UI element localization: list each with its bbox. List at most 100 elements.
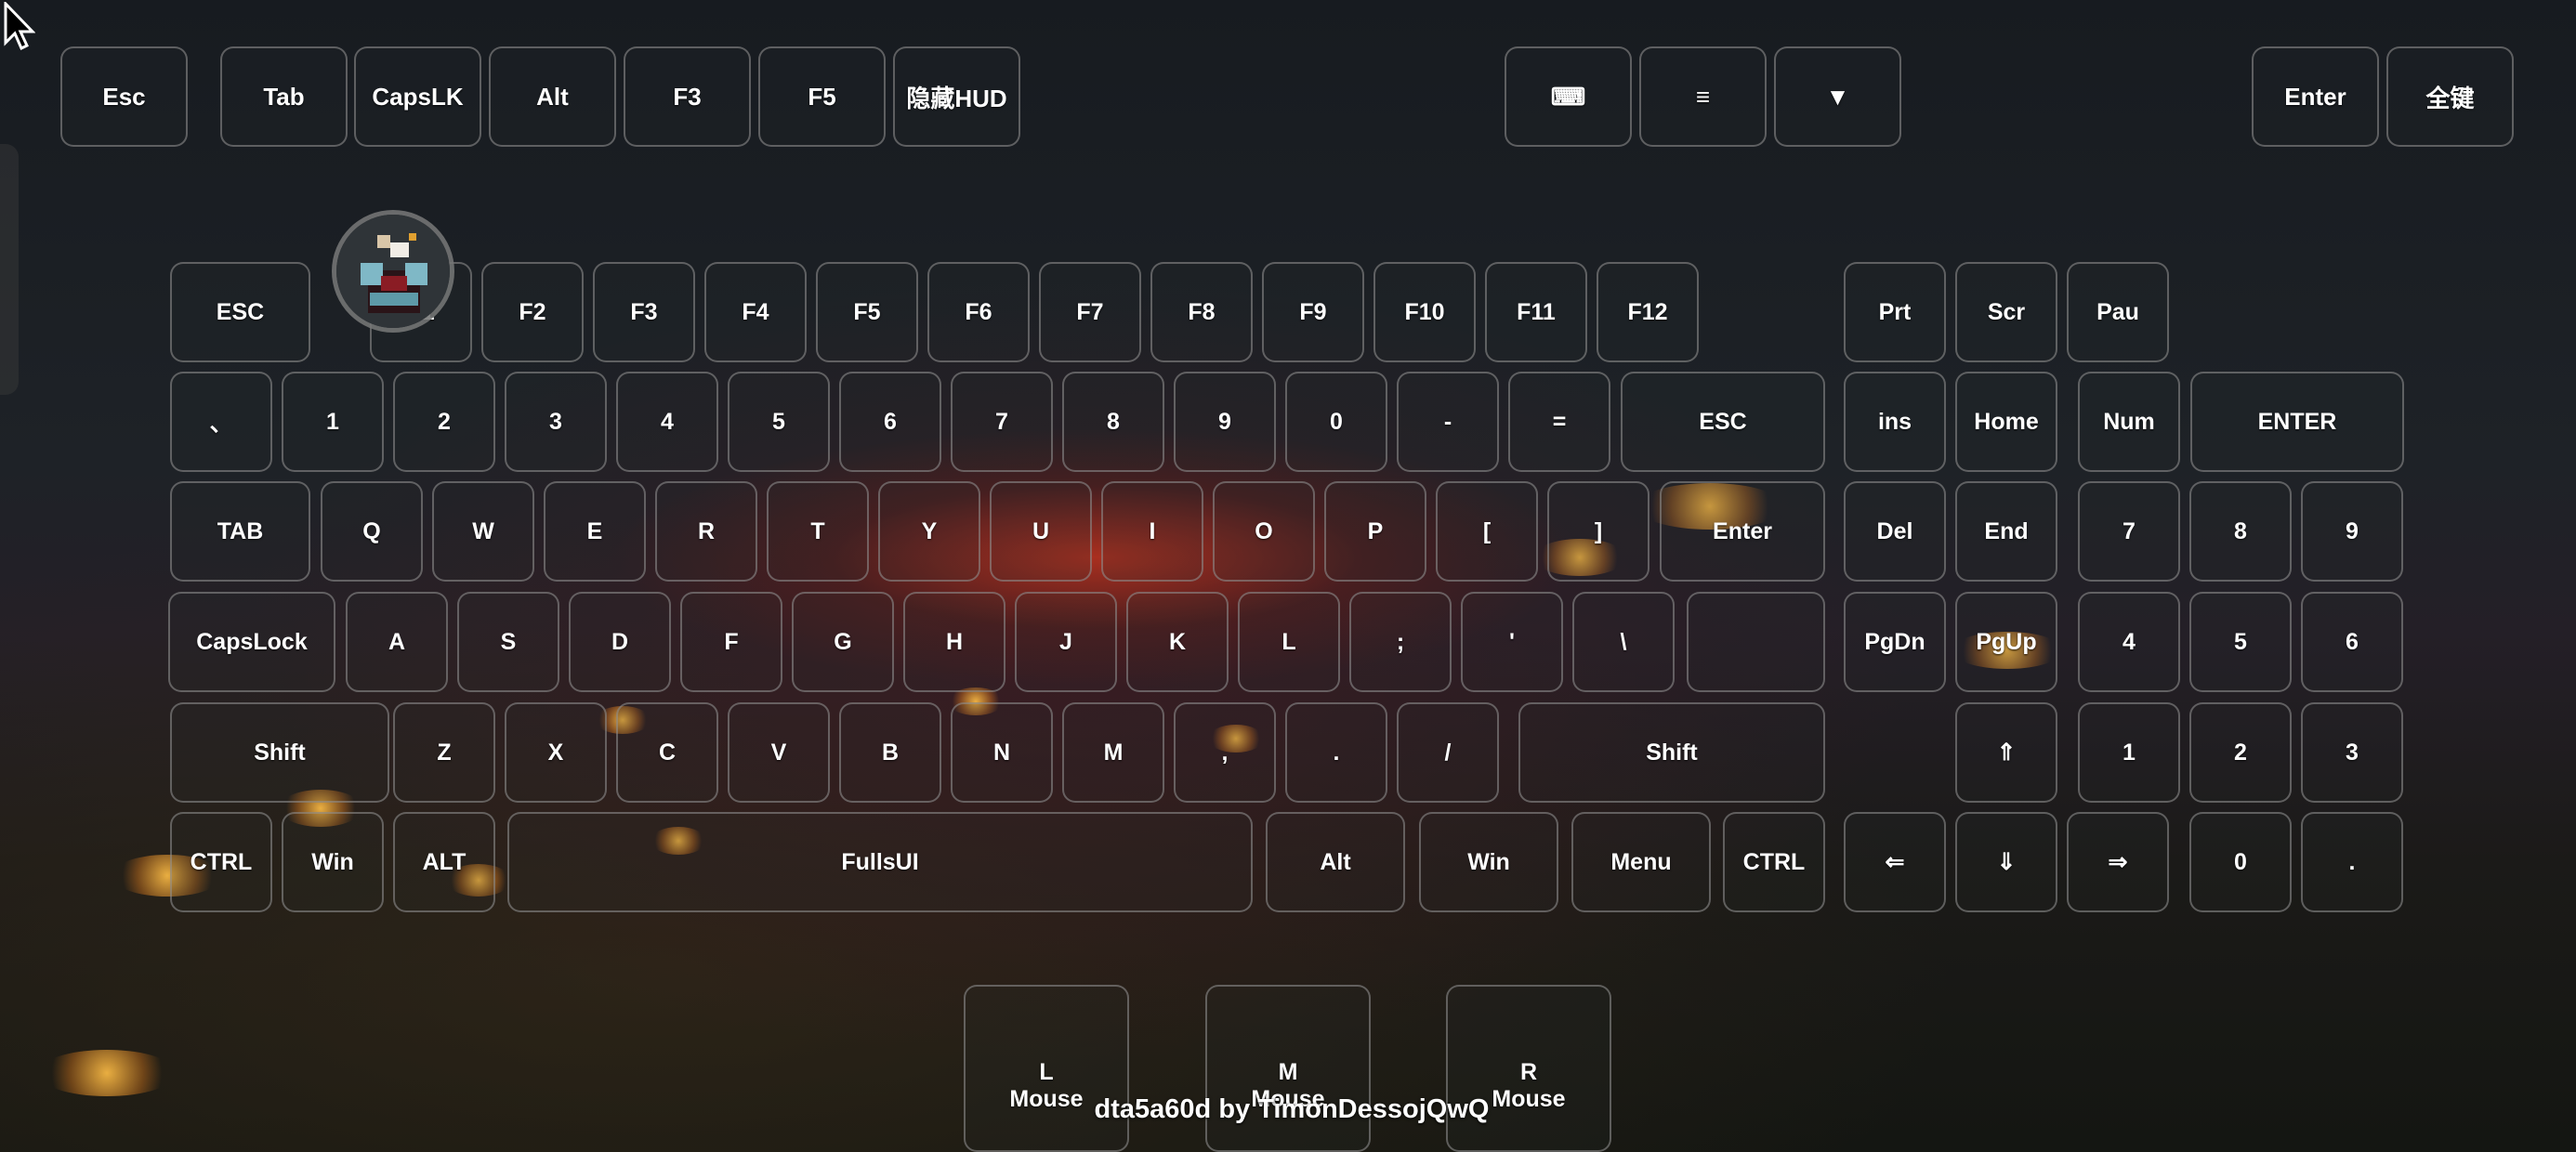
key-right-shift[interactable]: Shift xyxy=(1518,702,1825,803)
key-9[interactable]: 9 xyxy=(1174,372,1276,472)
key-numpad-6[interactable]: 6 xyxy=(2301,592,2403,692)
key-tab[interactable]: TAB xyxy=(170,481,310,582)
key-f11[interactable]: F11 xyxy=(1485,262,1587,362)
key-m[interactable]: M xyxy=(1062,702,1164,803)
key-j[interactable]: J xyxy=(1015,592,1117,692)
key-equals[interactable]: = xyxy=(1508,372,1610,472)
key-n[interactable]: N xyxy=(951,702,1053,803)
key-h[interactable]: H xyxy=(903,592,1005,692)
key-right-win[interactable]: Win xyxy=(1419,812,1558,912)
key-esc-2[interactable]: ESC xyxy=(1621,372,1825,472)
top-alt-button[interactable]: Alt xyxy=(489,46,616,147)
key-right-alt[interactable]: Alt xyxy=(1266,812,1405,912)
key-v[interactable]: V xyxy=(728,702,830,803)
top-esc-button[interactable]: Esc xyxy=(60,46,188,147)
key-d[interactable]: D xyxy=(569,592,671,692)
key-numpad-4[interactable]: 4 xyxy=(2078,592,2180,692)
key-numlock[interactable]: Num xyxy=(2078,372,2180,472)
key-numpad-1[interactable]: 1 xyxy=(2078,702,2180,803)
top-tab-button[interactable]: Tab xyxy=(220,46,348,147)
key-menu[interactable]: Menu xyxy=(1571,812,1711,912)
key-comma[interactable]: , xyxy=(1174,702,1276,803)
hide-hud-button[interactable]: 隐藏HUD xyxy=(893,46,1020,147)
key-numpad-enter[interactable]: ENTER xyxy=(2190,372,2404,472)
key-numpad-5[interactable]: 5 xyxy=(2189,592,2292,692)
keyboard-icon[interactable]: ⌨ xyxy=(1505,46,1632,147)
key-k[interactable]: K xyxy=(1126,592,1229,692)
top-f5-button[interactable]: F5 xyxy=(758,46,886,147)
key-6[interactable]: 6 xyxy=(839,372,941,472)
key-f[interactable]: F xyxy=(680,592,782,692)
key-scrlk[interactable]: Scr xyxy=(1955,262,2057,362)
key-arrow-left[interactable]: ⇐ xyxy=(1844,812,1946,912)
key-enter[interactable]: Enter xyxy=(1660,481,1825,582)
key-insert[interactable]: ins xyxy=(1844,372,1946,472)
key-semicolon[interactable]: ; xyxy=(1349,592,1452,692)
key-r[interactable]: R xyxy=(655,481,757,582)
key-capslock[interactable]: CapsLock xyxy=(168,592,335,692)
key-g[interactable]: G xyxy=(792,592,894,692)
key-esc[interactable]: ESC xyxy=(170,262,310,362)
left-mouse-button[interactable]: L Mouse xyxy=(964,985,1129,1152)
key-left-shift[interactable]: Shift xyxy=(170,702,389,803)
middle-mouse-button[interactable]: M Mouse xyxy=(1205,985,1371,1152)
key-f12[interactable]: F12 xyxy=(1597,262,1699,362)
key-a[interactable]: A xyxy=(346,592,448,692)
key-f7[interactable]: F7 xyxy=(1039,262,1141,362)
key-3[interactable]: 3 xyxy=(505,372,607,472)
key-f9[interactable]: F9 xyxy=(1262,262,1364,362)
key-right-bracket[interactable]: ] xyxy=(1547,481,1649,582)
key-q[interactable]: Q xyxy=(321,481,423,582)
key-c[interactable]: C xyxy=(616,702,718,803)
key-arrow-right[interactable]: ⇒ xyxy=(2067,812,2169,912)
key-prtsc[interactable]: Prt xyxy=(1844,262,1946,362)
key-1[interactable]: 1 xyxy=(282,372,384,472)
key-f10[interactable]: F10 xyxy=(1373,262,1476,362)
key-numpad-8[interactable]: 8 xyxy=(2189,481,2292,582)
key-space[interactable]: FullsUI xyxy=(507,812,1253,912)
menu-icon[interactable]: ≡ xyxy=(1639,46,1767,147)
key-numpad-0[interactable]: 0 xyxy=(2189,812,2292,912)
key-quote[interactable]: ' xyxy=(1461,592,1563,692)
key-pause[interactable]: Pau xyxy=(2067,262,2169,362)
key-backtick[interactable]: 、 xyxy=(170,372,272,472)
key-numpad-9[interactable]: 9 xyxy=(2301,481,2403,582)
key-5[interactable]: 5 xyxy=(728,372,830,472)
key-right-ctrl[interactable]: CTRL xyxy=(1723,812,1825,912)
key-arrow-down[interactable]: ⇓ xyxy=(1955,812,2057,912)
key-left-alt[interactable]: ALT xyxy=(393,812,495,912)
key-f2[interactable]: F2 xyxy=(481,262,584,362)
key-f8[interactable]: F8 xyxy=(1150,262,1253,362)
key-4[interactable]: 4 xyxy=(616,372,718,472)
key-pagedown[interactable]: PgDn xyxy=(1844,592,1946,692)
key-2[interactable]: 2 xyxy=(393,372,495,472)
collapse-icon[interactable]: ▼ xyxy=(1774,46,1901,147)
key-s[interactable]: S xyxy=(457,592,559,692)
top-f3-button[interactable]: F3 xyxy=(624,46,751,147)
key-y[interactable]: Y xyxy=(878,481,980,582)
key-slash[interactable]: / xyxy=(1397,702,1499,803)
key-p[interactable]: P xyxy=(1324,481,1426,582)
key-z[interactable]: Z xyxy=(393,702,495,803)
key-w[interactable]: W xyxy=(432,481,534,582)
key-delete[interactable]: Del xyxy=(1844,481,1946,582)
key-pageup[interactable]: PgUp xyxy=(1955,592,2057,692)
key-minus[interactable]: - xyxy=(1397,372,1499,472)
key-blank[interactable] xyxy=(1687,592,1825,692)
key-u[interactable]: U xyxy=(990,481,1092,582)
key-o[interactable]: O xyxy=(1213,481,1315,582)
key-numpad-decimal[interactable]: . xyxy=(2301,812,2403,912)
key-i[interactable]: I xyxy=(1101,481,1203,582)
key-f5[interactable]: F5 xyxy=(816,262,918,362)
key-numpad-3[interactable]: 3 xyxy=(2301,702,2403,803)
key-end[interactable]: End xyxy=(1955,481,2057,582)
key-numpad-7[interactable]: 7 xyxy=(2078,481,2180,582)
key-f4[interactable]: F4 xyxy=(704,262,807,362)
key-left-ctrl[interactable]: CTRL xyxy=(170,812,272,912)
key-7[interactable]: 7 xyxy=(951,372,1053,472)
key-period[interactable]: . xyxy=(1285,702,1387,803)
right-mouse-button[interactable]: R Mouse xyxy=(1446,985,1611,1152)
key-8[interactable]: 8 xyxy=(1062,372,1164,472)
key-numpad-2[interactable]: 2 xyxy=(2189,702,2292,803)
minecraft-avatar-icon[interactable] xyxy=(332,210,454,333)
